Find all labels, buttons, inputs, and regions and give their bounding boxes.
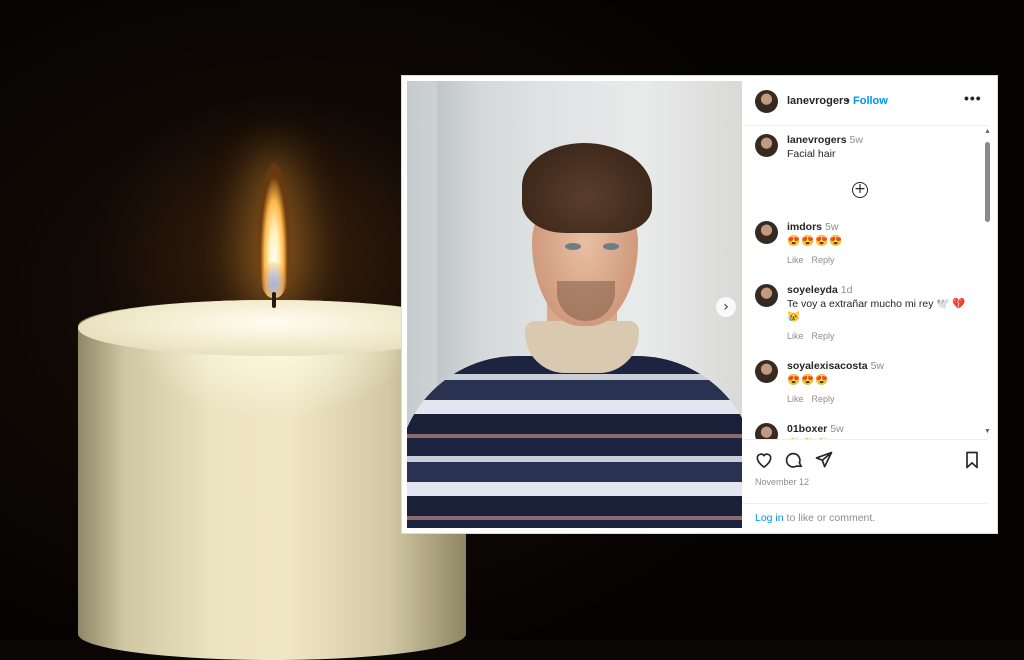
comment-time: 5w bbox=[870, 360, 884, 372]
photo-sweater bbox=[407, 356, 742, 528]
caption-text: Facial hair bbox=[787, 148, 836, 160]
chevron-right-icon[interactable]: › bbox=[716, 297, 736, 317]
post-date: November 12 bbox=[755, 477, 810, 487]
bookmark-icon[interactable] bbox=[962, 450, 984, 472]
comment-text: Te voy a extrañar mucho mi rey 🕊️ 💔 😿 bbox=[787, 298, 966, 323]
comments-list: lanevrogers 5w Facial hair + imdors 5w 😍😍😍… bbox=[742, 126, 988, 439]
follow-button[interactable]: Follow bbox=[853, 95, 888, 107]
post-header: lanevrogers • Follow ••• bbox=[742, 76, 988, 126]
like-button[interactable]: Like bbox=[787, 331, 804, 341]
avatar[interactable] bbox=[755, 284, 778, 307]
heart-icon[interactable] bbox=[754, 450, 776, 472]
header-username[interactable]: lanevrogers bbox=[787, 95, 849, 107]
more-options-icon[interactable]: ••• bbox=[964, 90, 982, 106]
comment-user[interactable]: soyalexisacosta 5w bbox=[787, 360, 884, 372]
comment-time: 1d bbox=[840, 284, 853, 296]
comment-text: 😍😍😍😍 bbox=[787, 235, 844, 247]
comment-time: 5w bbox=[825, 221, 839, 233]
avatar[interactable] bbox=[755, 134, 778, 157]
login-text: to like or comment. bbox=[783, 512, 876, 524]
comment-actions: Like Reply bbox=[787, 331, 843, 341]
photo-hair bbox=[522, 143, 652, 233]
comments-scrollbar[interactable]: ▲ ▼ bbox=[984, 128, 991, 438]
reply-button[interactable]: Reply bbox=[812, 394, 835, 404]
login-prompt: Log in to like or comment. bbox=[742, 503, 988, 534]
scroll-up-icon[interactable]: ▲ bbox=[984, 128, 991, 135]
scroll-down-icon[interactable]: ▼ bbox=[984, 428, 991, 435]
comment-user[interactable]: 01boxer 5w bbox=[787, 423, 844, 435]
avatar[interactable] bbox=[755, 221, 778, 244]
reply-button[interactable]: Reply bbox=[812, 255, 835, 265]
login-link[interactable]: Log in bbox=[755, 512, 784, 524]
comment-time: 5w bbox=[830, 423, 844, 435]
comment-actions: Like Reply bbox=[787, 394, 843, 404]
avatar[interactable] bbox=[755, 423, 778, 439]
candle-wick bbox=[272, 292, 276, 308]
scrollbar-thumb[interactable] bbox=[985, 142, 990, 222]
post-photo: › bbox=[407, 81, 742, 528]
caption-user[interactable]: lanevrogers 5w bbox=[787, 134, 863, 146]
comment-text: 😍😍😍 bbox=[787, 374, 830, 386]
share-icon[interactable] bbox=[814, 450, 836, 472]
comment-user[interactable]: imdors 5w bbox=[787, 221, 838, 233]
caption-time: 5w bbox=[849, 134, 863, 146]
photo-eye-right bbox=[603, 243, 619, 250]
header-separator: • bbox=[846, 95, 850, 107]
post-action-bar: November 12 Log in to like or comment. bbox=[742, 439, 988, 534]
comment-user[interactable]: soyeleyda 1d bbox=[787, 284, 852, 296]
post-sidebar: lanevrogers • Follow ••• lanevrogers 5w F… bbox=[742, 76, 997, 533]
instagram-post-card: › lanevrogers • Follow ••• lanevrogers 5w… bbox=[401, 75, 998, 534]
like-button[interactable]: Like bbox=[787, 394, 804, 404]
avatar[interactable] bbox=[755, 90, 778, 113]
comment-icon[interactable] bbox=[784, 450, 806, 472]
reply-button[interactable]: Reply bbox=[812, 331, 835, 341]
like-button[interactable]: Like bbox=[787, 255, 804, 265]
photo-collar bbox=[525, 321, 639, 373]
comment-actions: Like Reply bbox=[787, 255, 843, 265]
plus-circle-icon[interactable]: + bbox=[852, 182, 868, 198]
photo-eye-left bbox=[565, 243, 581, 250]
avatar[interactable] bbox=[755, 360, 778, 383]
